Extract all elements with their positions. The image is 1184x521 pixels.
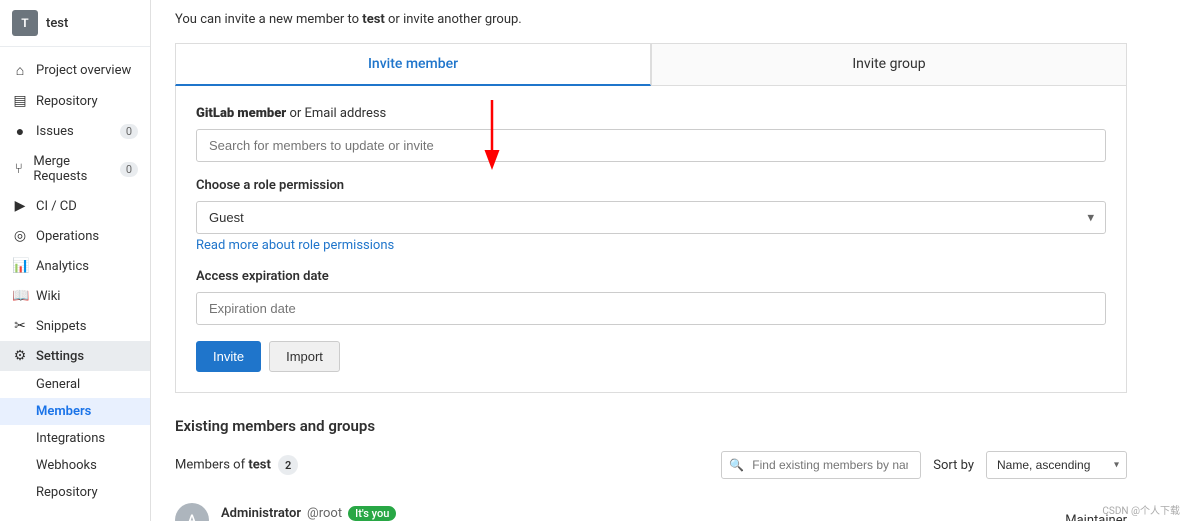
analytics-icon: 📊 [12, 258, 28, 274]
member-search-input[interactable] [196, 129, 1106, 162]
operations-icon: ◎ [12, 228, 28, 244]
sidebar-item-label: CI / CD [36, 199, 77, 214]
tab-invite-member[interactable]: Invite member [175, 43, 651, 86]
sidebar-sub-item-members[interactable]: Members [0, 398, 150, 425]
role-label: Choose a role permission [196, 178, 1106, 193]
member-name: Administrator @root It's you [221, 506, 1053, 521]
members-of-label: Members of [175, 458, 245, 473]
watermark: CSDN @个人下载 [1102, 502, 1180, 517]
merge-requests-icon: ⑂ [12, 161, 25, 177]
members-project-name: test [248, 458, 271, 473]
role-select-wrapper: Guest Reporter Developer Maintainer Owne… [196, 201, 1106, 234]
sidebar-nav: ⌂ Project overview ▤ Repository ● Issues… [0, 47, 150, 521]
search-sort-area: 🔍 Sort by Name, ascending Name, descendi… [721, 451, 1127, 479]
members-count-badge: 2 [278, 455, 298, 475]
main-content: You can invite a new member to test or i… [151, 0, 1184, 521]
member-email-group: GitLab member or Email address [196, 106, 1106, 162]
member-display-name: Administrator [221, 506, 301, 521]
member-row: A Administrator @root It's you Given acc… [175, 491, 1127, 521]
role-select[interactable]: Guest Reporter Developer Maintainer Owne… [196, 201, 1106, 234]
desc-prefix: You can invite a new member to [175, 12, 362, 27]
sidebar: T test ⌂ Project overview ▤ Repository ●… [0, 0, 151, 521]
sidebar-header: T test [0, 0, 150, 47]
role-group: Choose a role permission Guest Reporter … [196, 178, 1106, 253]
desc-project: test [362, 12, 385, 27]
sidebar-item-operations[interactable]: ◎ Operations [0, 221, 150, 251]
expiration-date-input[interactable] [196, 292, 1106, 325]
sidebar-item-settings[interactable]: ⚙ Settings [0, 341, 150, 371]
sidebar-item-label: Project overview [36, 63, 131, 78]
sidebar-item-wiki[interactable]: 📖 Wiki [0, 281, 150, 311]
sort-select-wrapper: Name, ascending Name, descending Last jo… [986, 451, 1127, 479]
search-icon: 🔍 [729, 458, 744, 472]
read-more-text: Read more [196, 238, 259, 253]
member-info: Administrator @root It's you Given acces… [221, 506, 1053, 521]
invite-tabs: Invite member Invite group [175, 43, 1127, 86]
sidebar-item-label: Settings [36, 349, 84, 364]
existing-title: Existing members and groups [175, 417, 1127, 435]
cicd-icon: ▶ [12, 198, 28, 214]
sidebar-item-snippets[interactable]: ✂ Snippets [0, 311, 150, 341]
members-header: Members of test 2 🔍 Sort by Name, ascend… [175, 451, 1127, 479]
sidebar-item-issues[interactable]: ● Issues 0 [0, 116, 150, 147]
sidebar-item-project-overview[interactable]: ⌂ Project overview [0, 55, 150, 86]
repository-icon: ▤ [12, 93, 28, 109]
import-button[interactable]: Import [269, 341, 340, 372]
snippets-icon: ✂ [12, 318, 28, 334]
settings-icon: ⚙ [12, 348, 28, 364]
issues-icon: ● [12, 123, 28, 140]
tab-invite-group[interactable]: Invite group [651, 43, 1127, 86]
sidebar-item-label: Operations [36, 229, 99, 244]
member-handle: @root [307, 506, 342, 521]
sidebar-item-merge-requests[interactable]: ⑂ Merge Requests 0 [0, 147, 150, 191]
sidebar-item-analytics[interactable]: 📊 Analytics [0, 251, 150, 281]
sidebar-item-label: Issues [36, 124, 74, 139]
invite-button[interactable]: Invite [196, 341, 261, 372]
its-you-badge: It's you [348, 506, 396, 521]
home-icon: ⌂ [12, 62, 28, 79]
project-name: test [46, 16, 68, 31]
access-expiration-label: Access expiration date [196, 269, 1106, 284]
sidebar-sub-item-integrations[interactable]: Integrations [0, 425, 150, 452]
members-of: Members of test 2 [175, 455, 298, 475]
member-search-wrapper: 🔍 [721, 451, 921, 479]
email-label-text: or [289, 106, 304, 121]
invite-description: You can invite a new member to test or i… [175, 0, 1127, 43]
read-more-suffix: about role permissions [262, 238, 394, 253]
sidebar-item-repository[interactable]: ▤ Repository [0, 86, 150, 116]
member-search-input[interactable] [721, 451, 921, 479]
existing-members-section: Existing members and groups Members of t… [175, 417, 1127, 521]
sidebar-sub-item-webhooks[interactable]: Webhooks [0, 452, 150, 479]
form-buttons: Invite Import [196, 341, 1106, 372]
sidebar-item-label: Analytics [36, 259, 89, 274]
member-label-strong: GitLab member [196, 106, 286, 121]
sidebar-sub-item-general[interactable]: General [0, 371, 150, 398]
desc-middle: or invite another group. [385, 12, 522, 27]
expiration-group: Access expiration date [196, 269, 1106, 325]
sort-label: Sort by [933, 458, 974, 473]
sidebar-item-label: Merge Requests [33, 154, 111, 184]
member-email-label: GitLab member or Email address [196, 106, 1106, 121]
mr-badge: 0 [120, 162, 138, 177]
sidebar-sub-item-repository[interactable]: Repository [0, 479, 150, 506]
sidebar-item-label: Repository [36, 94, 98, 109]
sidebar-item-label: Snippets [36, 319, 87, 334]
sidebar-item-label: Wiki [36, 289, 60, 304]
avatar: A [175, 503, 209, 521]
read-more-link[interactable]: Read more about role permissions [196, 238, 394, 253]
email-label: Email address [305, 106, 387, 121]
avatar: T [12, 10, 38, 36]
sort-select[interactable]: Name, ascending Name, descending Last jo… [986, 451, 1127, 479]
wiki-icon: 📖 [12, 288, 28, 304]
sidebar-item-ci-cd[interactable]: ▶ CI / CD [0, 191, 150, 221]
invite-form: GitLab member or Email address Choose a … [175, 86, 1127, 393]
issues-badge: 0 [120, 124, 138, 139]
